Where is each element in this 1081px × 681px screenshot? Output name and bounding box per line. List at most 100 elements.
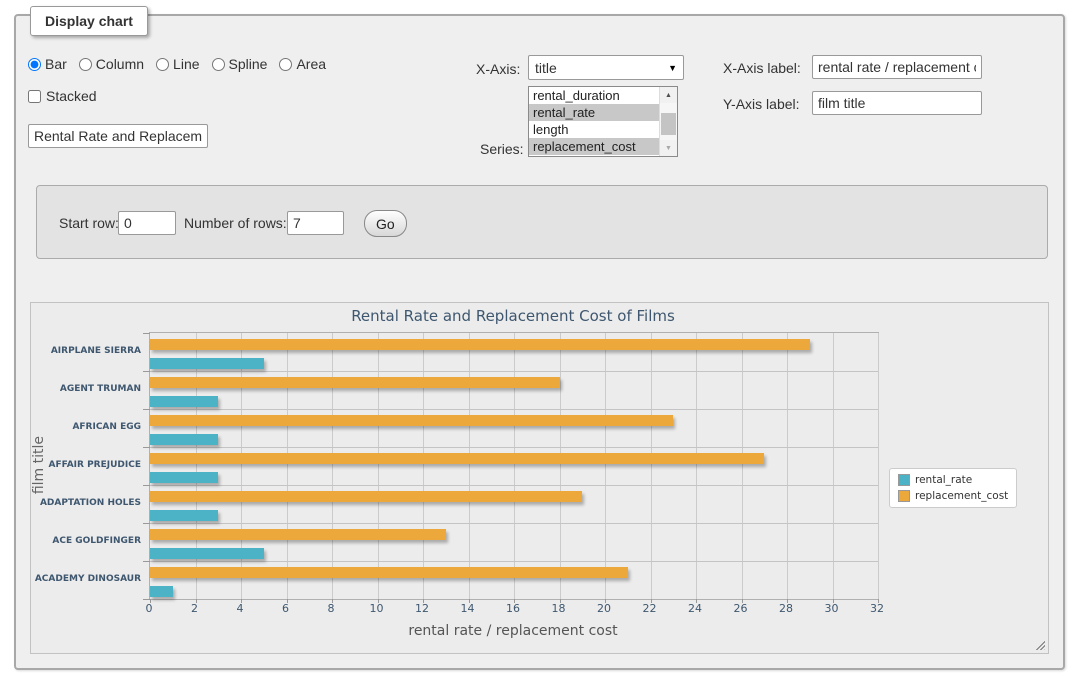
x-gridline [742, 333, 743, 599]
start-row-input[interactable] [118, 211, 176, 235]
chart-type-radio-spline[interactable] [212, 58, 225, 71]
category-label: AFRICAN EGG [45, 408, 141, 446]
x-axis-select-value: title [535, 60, 557, 76]
x-axis-tick-label: 30 [817, 602, 847, 615]
x-axis-tick-label: 8 [316, 602, 346, 615]
y-axis-label-input[interactable] [812, 91, 982, 115]
start-row-label: Start row: [59, 215, 119, 231]
resize-handle-icon[interactable] [1034, 639, 1045, 650]
bar-replacement_cost [150, 529, 446, 540]
chart-type-option-label: Column [96, 56, 144, 72]
plot-area [149, 332, 879, 600]
x-gridline [560, 333, 561, 599]
legend-item-replacement_cost[interactable]: replacement_cost [898, 490, 1008, 502]
x-gridline [651, 333, 652, 599]
stacked-checkbox-row[interactable]: Stacked [28, 88, 97, 104]
chart-title: Rental Rate and Replacement Cost of Film… [149, 307, 877, 325]
bar-replacement_cost [150, 415, 673, 426]
chart-type-option-label: Area [296, 56, 326, 72]
chart-title-input[interactable] [28, 124, 208, 148]
category-label: AIRPLANE SIERRA [45, 332, 141, 370]
x-axis-tick-label: 26 [726, 602, 756, 615]
scroll-down-button[interactable]: ▼ [660, 140, 677, 156]
x-axis-tick-label: 20 [589, 602, 619, 615]
chart-type-radio-column[interactable] [79, 58, 92, 71]
scroll-up-button[interactable]: ▲ [660, 87, 677, 103]
x-axis-tick-label: 22 [635, 602, 665, 615]
bar-replacement_cost [150, 567, 628, 578]
bar-replacement_cost [150, 339, 810, 350]
x-axis-select[interactable]: title ▼ [528, 55, 684, 80]
legend-swatch-replacement_cost [898, 490, 910, 502]
bar-replacement_cost [150, 377, 560, 388]
chart-type-option-label: Spline [229, 56, 268, 72]
chart-type-option-spline[interactable]: Spline [212, 56, 268, 72]
y-gridline [150, 523, 878, 524]
x-gridline [241, 333, 242, 599]
scrollbar-thumb[interactable] [661, 113, 676, 135]
x-axis-tick-label: 16 [498, 602, 528, 615]
series-listbox[interactable]: rental_durationrental_ratelengthreplacem… [528, 86, 678, 157]
bar-rental_rate [150, 510, 218, 521]
number-of-rows-label: Number of rows: [184, 215, 287, 231]
series-option-rental_rate[interactable]: rental_rate [529, 104, 660, 121]
x-gridline [423, 333, 424, 599]
y-axis-tick [143, 371, 150, 372]
x-axis-tick-label: 4 [225, 602, 255, 615]
y-axis-tick [143, 409, 150, 410]
y-gridline [150, 447, 878, 448]
bar-replacement_cost [150, 491, 582, 502]
legend-swatch-rental_rate [898, 474, 910, 486]
bar-rental_rate [150, 586, 173, 597]
chart-type-radio-area[interactable] [279, 58, 292, 71]
bar-replacement_cost [150, 453, 764, 464]
x-axis-tick-label: 10 [362, 602, 392, 615]
x-axis-tick-label: 2 [180, 602, 210, 615]
y-axis-tick [143, 599, 150, 600]
legend-item-rental_rate[interactable]: rental_rate [898, 474, 1008, 486]
fieldset-legend: Display chart [30, 6, 148, 36]
listbox-scrollbar[interactable]: ▲ ▼ [659, 87, 677, 156]
x-axis-tick-label: 28 [771, 602, 801, 615]
chart-type-option-bar[interactable]: Bar [28, 56, 67, 72]
y-axis-tick [143, 447, 150, 448]
chart-type-radio-bar[interactable] [28, 58, 41, 71]
series-option-replacement_cost[interactable]: replacement_cost [529, 138, 660, 155]
x-gridline [469, 333, 470, 599]
bar-rental_rate [150, 434, 218, 445]
x-axis-label-input[interactable] [812, 55, 982, 79]
chart-type-options: Bar Column Line Spline Area [28, 56, 326, 72]
series-option-length[interactable]: length [529, 121, 660, 138]
y-axis-label-label: Y-Axis label: [723, 96, 800, 112]
y-gridline [150, 485, 878, 486]
chart-type-option-column[interactable]: Column [79, 56, 144, 72]
x-gridline [696, 333, 697, 599]
x-gridline [332, 333, 333, 599]
x-gridline [378, 333, 379, 599]
category-label: AFFAIR PREJUDICE [45, 446, 141, 484]
y-gridline [150, 409, 878, 410]
bar-rental_rate [150, 396, 218, 407]
series-option-rental_duration[interactable]: rental_duration [529, 87, 660, 104]
x-gridline [605, 333, 606, 599]
stacked-checkbox[interactable] [28, 90, 41, 103]
page: Display chart Bar Column Line Spline Area St… [0, 0, 1081, 681]
number-of-rows-input[interactable] [287, 211, 344, 235]
chart-type-radio-line[interactable] [156, 58, 169, 71]
y-axis-tick [143, 485, 150, 486]
chart-type-option-label: Bar [45, 56, 67, 72]
x-axis-title: rental rate / replacement cost [149, 623, 877, 639]
stacked-label: Stacked [46, 88, 97, 104]
x-axis-tick-label: 18 [544, 602, 574, 615]
chart-type-option-line[interactable]: Line [156, 56, 199, 72]
x-axis-tick-label: 12 [407, 602, 437, 615]
bar-rental_rate [150, 548, 264, 559]
legend-label-rental_rate: rental_rate [915, 474, 972, 486]
x-axis-tick-label: 0 [134, 602, 164, 615]
chart-type-option-area[interactable]: Area [279, 56, 326, 72]
legend-label-replacement_cost: replacement_cost [915, 490, 1008, 502]
go-button[interactable]: Go [364, 210, 407, 237]
bar-rental_rate [150, 358, 264, 369]
dropdown-arrow-icon: ▼ [668, 63, 677, 73]
y-axis-tick [143, 333, 150, 334]
